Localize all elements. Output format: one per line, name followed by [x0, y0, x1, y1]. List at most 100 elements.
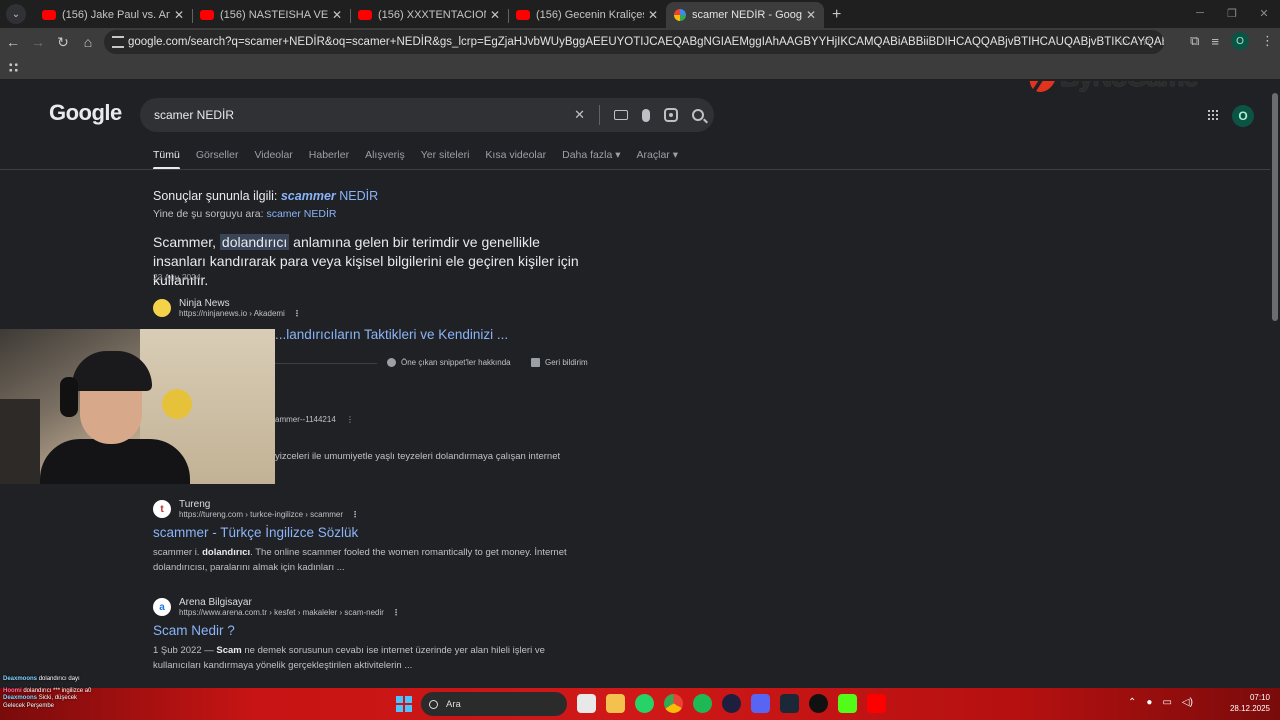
minimize-icon[interactable]: ─ — [1184, 0, 1216, 26]
ninja-news-favicon-icon — [153, 299, 171, 317]
result-menu-icon[interactable]: ⋮ — [293, 309, 301, 318]
close-tab-icon[interactable]: ✕ — [806, 8, 816, 22]
tab-news[interactable]: Haberler — [309, 149, 349, 161]
result-title-link[interactable]: Scam Nedir ? — [153, 623, 593, 638]
desc-text: scammer i. — [153, 547, 203, 558]
close-tab-icon[interactable]: ✕ — [332, 8, 342, 22]
tab-title: (156) NASTEISHA VE ERA7CAP — [220, 9, 328, 21]
browser-tab[interactable]: (156) Jake Paul vs. Anthony Jos ✕ — [34, 2, 192, 28]
profile-avatar[interactable]: O — [1231, 32, 1249, 50]
close-tab-icon[interactable]: ✕ — [648, 8, 658, 22]
tab-short-videos[interactable]: Kısa videolar — [485, 149, 546, 161]
bynogame-watermark: ByNoGame — [1027, 81, 1199, 95]
close-window-icon[interactable]: ✕ — [1248, 0, 1280, 26]
headphones-icon — [60, 377, 78, 417]
search-icon[interactable] — [692, 109, 704, 121]
result-menu-icon[interactable]: ⋮ — [392, 608, 400, 617]
page-scrollbar[interactable] — [1270, 81, 1280, 688]
clock-date: 28.12.2025 — [1229, 704, 1270, 713]
eye-slash-icon[interactable]: ◌ — [1120, 34, 1127, 48]
youtube-icon[interactable] — [867, 694, 886, 713]
tab-tools-label: Araçlar — [636, 149, 670, 161]
volume-icon[interactable]: ◁) — [1182, 697, 1193, 708]
result-header[interactable]: t Tureng https://tureng.com › turkce-ing… — [153, 499, 593, 519]
clear-icon[interactable]: ✕ — [574, 107, 585, 123]
tab-shopping[interactable]: Alışveriş — [365, 149, 405, 161]
result-title-link[interactable]: ...landırıcıların Taktikleri ve Kendiniz… — [275, 327, 593, 342]
google-apps-icon[interactable] — [1207, 109, 1219, 121]
chrome-icon[interactable] — [664, 694, 683, 713]
extensions-icon[interactable]: ⧉ — [1190, 33, 1199, 49]
reload-icon[interactable]: ↻ — [51, 30, 75, 54]
google-icon — [674, 9, 686, 21]
restore-icon[interactable]: ❐ — [1216, 0, 1248, 26]
steam-icon[interactable] — [780, 694, 799, 713]
back-arrow-icon[interactable]: ← — [1, 30, 25, 54]
result-site: Tureng — [179, 499, 211, 510]
result-header[interactable]: a Arena Bilgisayar https://www.arena.com… — [153, 597, 593, 617]
streamer-body — [40, 439, 190, 484]
browser-tab[interactable]: (156) XXXTENTACION Kim ? / X ✕ — [350, 2, 508, 28]
browser-tab[interactable]: (156) NASTEISHA VE ERA7CAP ✕ — [192, 2, 350, 28]
forward-arrow-icon[interactable]: → — [26, 30, 50, 54]
microphone-icon[interactable] — [642, 108, 650, 122]
tray-chevron-icon[interactable]: ⌃ — [1128, 697, 1136, 708]
file-explorer-icon[interactable] — [606, 694, 625, 713]
account-avatar[interactable]: O — [1232, 105, 1254, 127]
arena-favicon-icon: a — [153, 598, 171, 616]
about-snippets-link[interactable]: Öne çıkan snippet'ler hakkında — [387, 358, 511, 368]
media-queue-icon[interactable]: ≡ — [1211, 34, 1219, 49]
tray-app-icon[interactable]: ● — [1146, 697, 1152, 708]
corrected-query-link[interactable]: scammer NEDİR — [281, 189, 378, 203]
keyboard-icon[interactable] — [614, 110, 628, 120]
obs-icon[interactable] — [722, 694, 741, 713]
tab-images[interactable]: Görseller — [196, 149, 239, 161]
youtube-icon — [358, 10, 372, 20]
new-tab-plus-icon[interactable]: + — [832, 6, 841, 24]
tab-videos[interactable]: Videolar — [254, 149, 292, 161]
google-lens-icon[interactable] — [664, 108, 678, 122]
menu-kebab-icon[interactable]: ⋮ — [1261, 33, 1274, 49]
tab-title: (156) XXXTENTACION Kim ? / X — [378, 9, 486, 21]
tab-search-chevron-icon[interactable]: ⌄ — [6, 4, 26, 24]
whatsapp-icon[interactable] — [635, 694, 654, 713]
result-header[interactable]: Ninja News https://ninjanews.io › Akadem… — [153, 298, 593, 318]
search-input[interactable]: scamer NEDİR ✕ — [140, 98, 714, 132]
divider — [599, 105, 600, 125]
original-query-link[interactable]: scamer NEDİR — [266, 208, 336, 220]
home-icon[interactable]: ⌂ — [76, 30, 100, 54]
taskbar-clock[interactable]: 07:10 28.12.2025 — [1226, 692, 1270, 714]
result-description: scammer i. dolandırıcı. The online scamm… — [153, 545, 593, 575]
tab-all[interactable]: Tümü — [153, 149, 180, 170]
browser-tab-strip: ⌄ (156) Jake Paul vs. Anthony Jos ✕ (156)… — [0, 0, 1280, 28]
result-menu-icon[interactable]: ⋮ — [346, 415, 354, 424]
kick-icon[interactable] — [838, 694, 857, 713]
site-info-icon[interactable] — [112, 36, 124, 48]
apps-grid-icon[interactable] — [8, 62, 19, 73]
tab-tools[interactable]: Araçlar ▾ — [637, 149, 678, 161]
result-menu-icon[interactable]: ⋮ — [351, 510, 359, 519]
scrollbar-thumb[interactable] — [1272, 93, 1278, 321]
browser-tab[interactable]: (156) Gecenin Kraliçesi | 1. Bölü ✕ — [508, 2, 666, 28]
spotify-icon[interactable] — [693, 694, 712, 713]
search-instead: Yine de şu sorguyu ara: scamer NEDİR — [153, 208, 336, 220]
tab-places[interactable]: Yer siteleri — [421, 149, 470, 161]
close-tab-icon[interactable]: ✕ — [490, 8, 500, 22]
chat-line: Deaxmoons dolandırıcı dayı — [3, 676, 91, 684]
app-icon[interactable] — [809, 694, 828, 713]
bookmark-star-icon[interactable]: ☆ — [1141, 34, 1152, 48]
network-icon[interactable]: ▭ — [1162, 697, 1171, 708]
windows-start-icon[interactable] — [396, 696, 412, 712]
address-bar[interactable]: google.com/search?q=scamer+NEDİR&oq=scam… — [104, 30, 1164, 54]
feedback-link[interactable]: Geri bildirim — [531, 358, 588, 368]
chat-text: dolandırıcı *** ingilizce a0 — [23, 687, 92, 694]
google-logo[interactable]: Google — [49, 100, 122, 126]
close-tab-icon[interactable]: ✕ — [174, 8, 184, 22]
system-tray: ⌃ ● ▭ ◁) — [1128, 697, 1193, 708]
taskbar-search[interactable]: Ara — [421, 692, 567, 716]
tab-more[interactable]: Daha fazla ▾ — [562, 149, 620, 161]
browser-tab-active[interactable]: scamer NEDİR - Google'da Ara ✕ — [666, 2, 824, 28]
discord-icon[interactable] — [751, 694, 770, 713]
task-view-icon[interactable] — [577, 694, 596, 713]
result-title-link[interactable]: scammer - Türkçe İngilizce Sözlük — [153, 525, 593, 540]
